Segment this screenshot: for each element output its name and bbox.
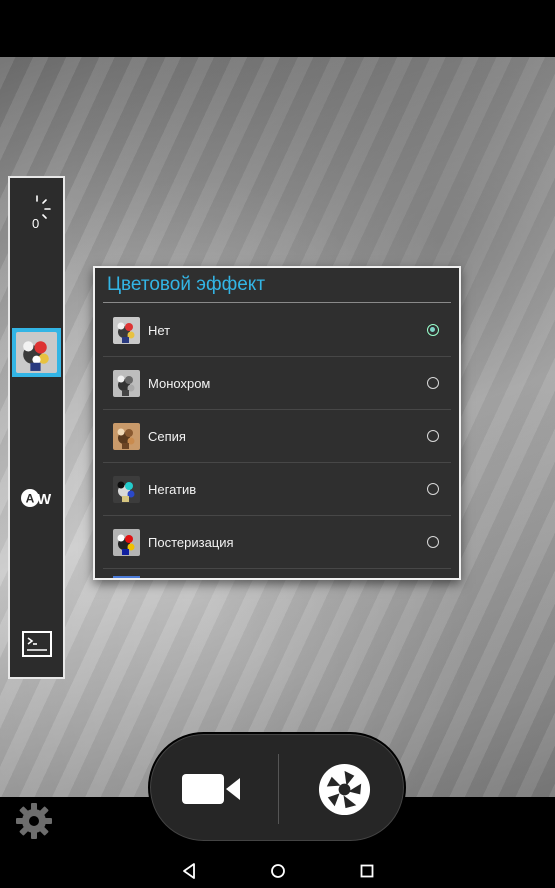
capture-divider <box>278 754 279 824</box>
option-label: Постеризация <box>148 534 234 550</box>
color-effect-button[interactable] <box>12 328 61 377</box>
effect-option-sepia[interactable]: Сепия <box>95 410 459 462</box>
option-label: Сепия <box>148 428 186 444</box>
partial-option-thumb-icon <box>113 576 140 578</box>
radio-unselected[interactable] <box>427 430 439 442</box>
home-icon[interactable] <box>270 862 286 880</box>
video-camera-icon[interactable] <box>180 774 242 804</box>
status-bar <box>0 0 555 57</box>
radio-selected[interactable] <box>427 324 439 336</box>
recents-icon[interactable] <box>359 862 375 880</box>
exposure-value: 0 <box>32 216 40 231</box>
svg-text:W: W <box>37 491 52 508</box>
shutter-icon[interactable] <box>317 762 372 817</box>
effect-option-negative[interactable]: Негатив <box>95 463 459 515</box>
svg-text:A: A <box>25 492 34 506</box>
color-effect-thumb-icon <box>16 332 57 373</box>
effect-none-thumb-icon <box>113 316 140 344</box>
option-label: Монохром <box>148 375 211 391</box>
row-divider <box>103 568 451 569</box>
effect-posterize-thumb-icon <box>113 528 140 556</box>
scene-mode-icon <box>21 631 52 657</box>
radio-unselected[interactable] <box>427 377 439 389</box>
option-label: Нет <box>148 322 171 338</box>
effect-sepia-thumb-icon <box>113 422 140 450</box>
gear-icon[interactable] <box>14 801 54 841</box>
effect-option-posterize[interactable]: Постеризация <box>95 516 459 568</box>
auto-white-balance-icon: A W <box>20 489 52 508</box>
effect-negative-thumb-icon <box>113 475 140 503</box>
dialog-title-divider <box>103 302 451 303</box>
effect-mono-thumb-icon <box>113 369 140 397</box>
radio-unselected[interactable] <box>427 536 439 548</box>
option-label: Негатив <box>148 481 197 497</box>
scene-mode-button[interactable] <box>10 626 63 662</box>
color-effect-dialog: Цветовой эффект Нет Монохром Сепия Негат… <box>93 266 461 580</box>
effect-option-mono[interactable]: Монохром <box>95 357 459 409</box>
capture-controls <box>148 732 406 843</box>
back-icon[interactable] <box>181 862 197 880</box>
white-balance-button[interactable]: A W <box>10 478 63 518</box>
effect-option-none[interactable]: Нет <box>95 304 459 356</box>
dialog-title: Цветовой эффект <box>107 274 266 295</box>
exposure-button[interactable]: 0 <box>10 190 63 231</box>
radio-unselected[interactable] <box>427 483 439 495</box>
camera-side-panel: 0 A W <box>8 176 65 679</box>
